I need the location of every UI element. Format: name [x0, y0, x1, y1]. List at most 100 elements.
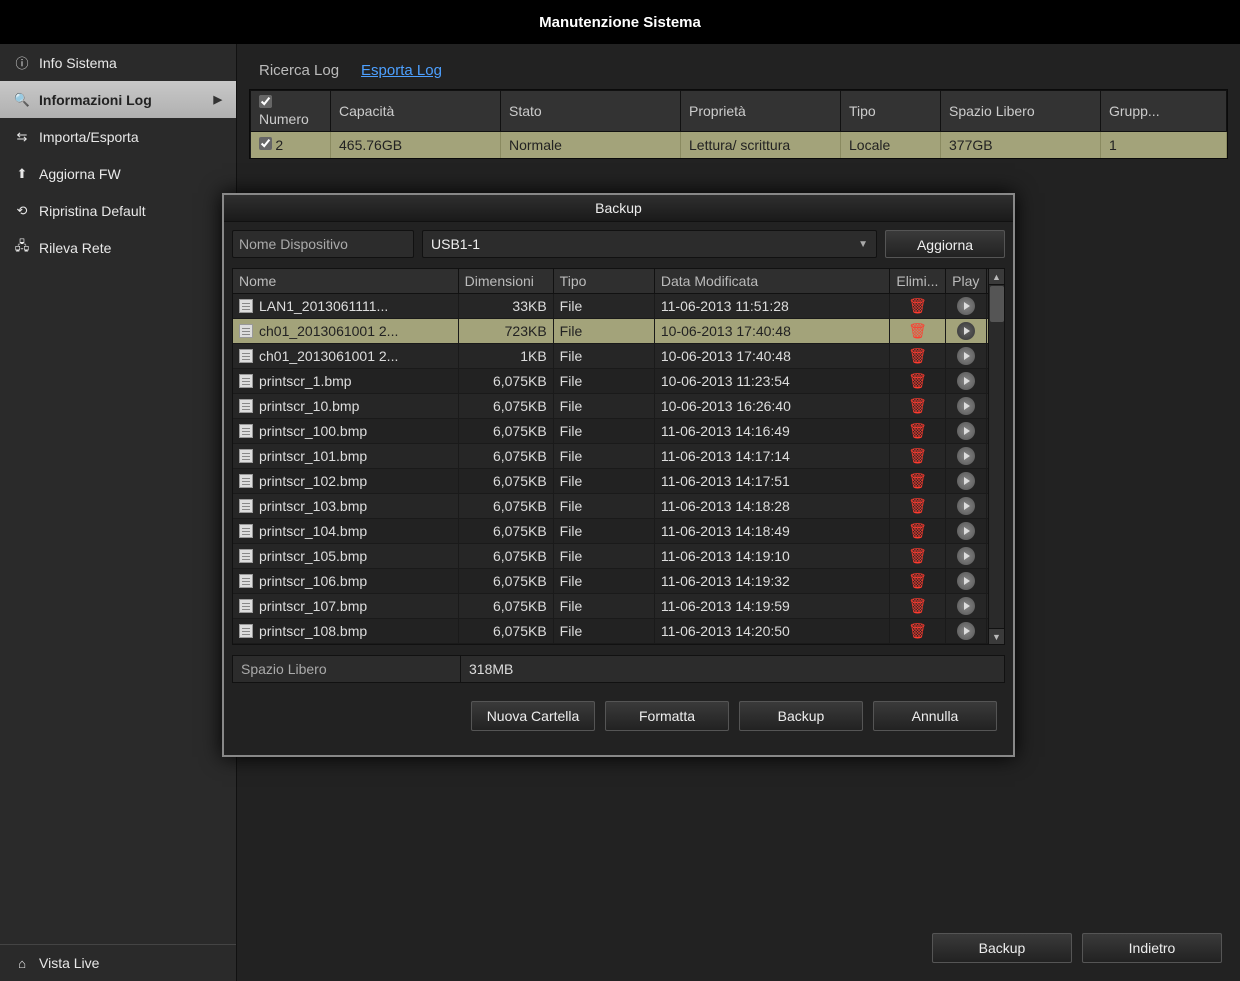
scrollbar[interactable]: ▲ ▼	[988, 269, 1004, 644]
play-icon[interactable]	[957, 322, 975, 340]
delete-icon[interactable]: 🗑	[908, 423, 927, 440]
file-col-name[interactable]: Nome	[233, 269, 458, 294]
file-row[interactable]: printscr_102.bmp6,075KBFile11-06-2013 14…	[233, 469, 1004, 494]
log-col-tipo[interactable]: Tipo	[841, 91, 941, 132]
play-icon[interactable]	[957, 472, 975, 490]
file-size: 1KB	[458, 344, 553, 369]
file-date: 11-06-2013 14:20:50	[654, 619, 889, 644]
delete-icon[interactable]: 🗑	[908, 448, 927, 465]
play-icon[interactable]	[957, 497, 975, 515]
delete-icon[interactable]: 🗑	[908, 473, 927, 490]
new-folder-button[interactable]: Nuova Cartella	[471, 701, 595, 731]
file-col-type[interactable]: Tipo	[553, 269, 654, 294]
delete-icon[interactable]: 🗑	[908, 298, 927, 315]
sidebar-item-info-sistema[interactable]: ⓘ Info Sistema	[0, 44, 236, 81]
cell-free: 377GB	[941, 132, 1101, 158]
file-type: File	[553, 294, 654, 319]
file-row[interactable]: printscr_105.bmp6,075KBFile11-06-2013 14…	[233, 544, 1004, 569]
tab-ricerca-log[interactable]: Ricerca Log	[259, 62, 339, 79]
backup-button[interactable]: Backup	[932, 933, 1072, 963]
backup-dialog: Backup Nome Dispositivo USB1-1 ▼ Aggiorn…	[222, 193, 1015, 757]
play-icon[interactable]	[957, 372, 975, 390]
file-name: ch01_2013061001 2...	[233, 344, 458, 369]
file-row[interactable]: printscr_103.bmp6,075KBFile11-06-2013 14…	[233, 494, 1004, 519]
sidebar-footer-vista-live[interactable]: ⌂ Vista Live	[0, 944, 236, 981]
sidebar-item-aggiorna-fw[interactable]: ⬆ Aggiorna FW	[0, 155, 236, 192]
file-row[interactable]: printscr_100.bmp6,075KBFile11-06-2013 14…	[233, 419, 1004, 444]
file-name: printscr_10.bmp	[233, 394, 458, 419]
play-icon[interactable]	[957, 522, 975, 540]
play-icon[interactable]	[957, 447, 975, 465]
delete-icon[interactable]: 🗑	[908, 348, 927, 365]
footer-buttons: Backup Indietro	[932, 933, 1222, 963]
reset-icon: ⟲	[14, 203, 30, 219]
file-row[interactable]: ch01_2013061001 2...1KBFile10-06-2013 17…	[233, 344, 1004, 369]
tab-esporta-log[interactable]: Esporta Log	[361, 62, 442, 79]
refresh-button[interactable]: Aggiorna	[885, 230, 1005, 258]
scroll-up-icon[interactable]: ▲	[989, 269, 1004, 285]
play-icon[interactable]	[957, 572, 975, 590]
row-checkbox[interactable]	[259, 137, 272, 150]
log-col-spazio[interactable]: Spazio Libero	[941, 91, 1101, 132]
log-col-stato[interactable]: Stato	[501, 91, 681, 132]
delete-icon[interactable]: 🗑	[908, 523, 927, 540]
dialog-backup-button[interactable]: Backup	[739, 701, 863, 731]
file-type: File	[553, 419, 654, 444]
delete-icon[interactable]: 🗑	[908, 548, 927, 565]
play-icon[interactable]	[957, 397, 975, 415]
file-row[interactable]: printscr_1.bmp6,075KBFile10-06-2013 11:2…	[233, 369, 1004, 394]
sidebar-item-ripristina-default[interactable]: ⟲ Ripristina Default	[0, 192, 236, 229]
scroll-thumb[interactable]	[990, 286, 1004, 322]
sidebar-item-rileva-rete[interactable]: 🖧 Rileva Rete	[0, 229, 236, 266]
file-row[interactable]: printscr_107.bmp6,075KBFile11-06-2013 14…	[233, 594, 1004, 619]
delete-icon[interactable]: 🗑	[908, 623, 927, 640]
log-row[interactable]: 2 465.76GB Normale Lettura/ scrittura Lo…	[251, 132, 1227, 158]
play-icon[interactable]	[957, 547, 975, 565]
log-col-capacita[interactable]: Capacità	[331, 91, 501, 132]
delete-icon[interactable]: 🗑	[908, 323, 927, 340]
info-icon: ⓘ	[14, 55, 30, 71]
format-button[interactable]: Formatta	[605, 701, 729, 731]
play-icon[interactable]	[957, 422, 975, 440]
delete-icon[interactable]: 🗑	[908, 598, 927, 615]
play-icon[interactable]	[957, 597, 975, 615]
log-col-proprieta[interactable]: Proprietà	[681, 91, 841, 132]
file-row[interactable]: LAN1_2013061111...33KBFile11-06-2013 11:…	[233, 294, 1004, 319]
scroll-down-icon[interactable]: ▼	[989, 628, 1004, 644]
file-row[interactable]: printscr_101.bmp6,075KBFile11-06-2013 14…	[233, 444, 1004, 469]
file-row[interactable]: printscr_10.bmp6,075KBFile10-06-2013 16:…	[233, 394, 1004, 419]
play-icon[interactable]	[957, 622, 975, 640]
log-col-numero[interactable]: Numero	[251, 91, 331, 132]
sidebar-item-importa-esporta[interactable]: ⇆ Importa/Esporta	[0, 118, 236, 155]
delete-icon[interactable]: 🗑	[908, 498, 927, 515]
play-icon[interactable]	[957, 297, 975, 315]
sidebar-item-label: Importa/Esporta	[39, 129, 139, 145]
back-button[interactable]: Indietro	[1082, 933, 1222, 963]
file-size: 6,075KB	[458, 469, 553, 494]
file-col-delete[interactable]: Elimi...	[890, 269, 946, 294]
play-icon[interactable]	[957, 347, 975, 365]
file-date: 11-06-2013 11:51:28	[654, 294, 889, 319]
file-row[interactable]: printscr_106.bmp6,075KBFile11-06-2013 14…	[233, 569, 1004, 594]
sidebar-item-informazioni-log[interactable]: 🔍 Informazioni Log ▶	[0, 81, 236, 118]
file-col-play[interactable]: Play	[946, 269, 987, 294]
file-row[interactable]: printscr_108.bmp6,075KBFile11-06-2013 14…	[233, 619, 1004, 644]
delete-icon[interactable]: 🗑	[908, 398, 927, 415]
file-type: File	[553, 444, 654, 469]
delete-icon[interactable]: 🗑	[908, 373, 927, 390]
file-type: File	[553, 469, 654, 494]
delete-icon[interactable]: 🗑	[908, 573, 927, 590]
file-col-date[interactable]: Data Modificata	[654, 269, 889, 294]
file-date: 11-06-2013 14:18:28	[654, 494, 889, 519]
log-col-gruppo[interactable]: Grupp...	[1101, 91, 1227, 132]
file-col-size[interactable]: Dimensioni	[458, 269, 553, 294]
file-icon	[239, 374, 253, 388]
select-all-checkbox[interactable]	[259, 95, 272, 108]
file-icon	[239, 474, 253, 488]
file-type: File	[553, 544, 654, 569]
file-row[interactable]: ch01_2013061001 2...723KBFile10-06-2013 …	[233, 319, 1004, 344]
device-select[interactable]: USB1-1 ▼	[422, 230, 877, 258]
file-row[interactable]: printscr_104.bmp6,075KBFile11-06-2013 14…	[233, 519, 1004, 544]
file-type: File	[553, 344, 654, 369]
cancel-button[interactable]: Annulla	[873, 701, 997, 731]
